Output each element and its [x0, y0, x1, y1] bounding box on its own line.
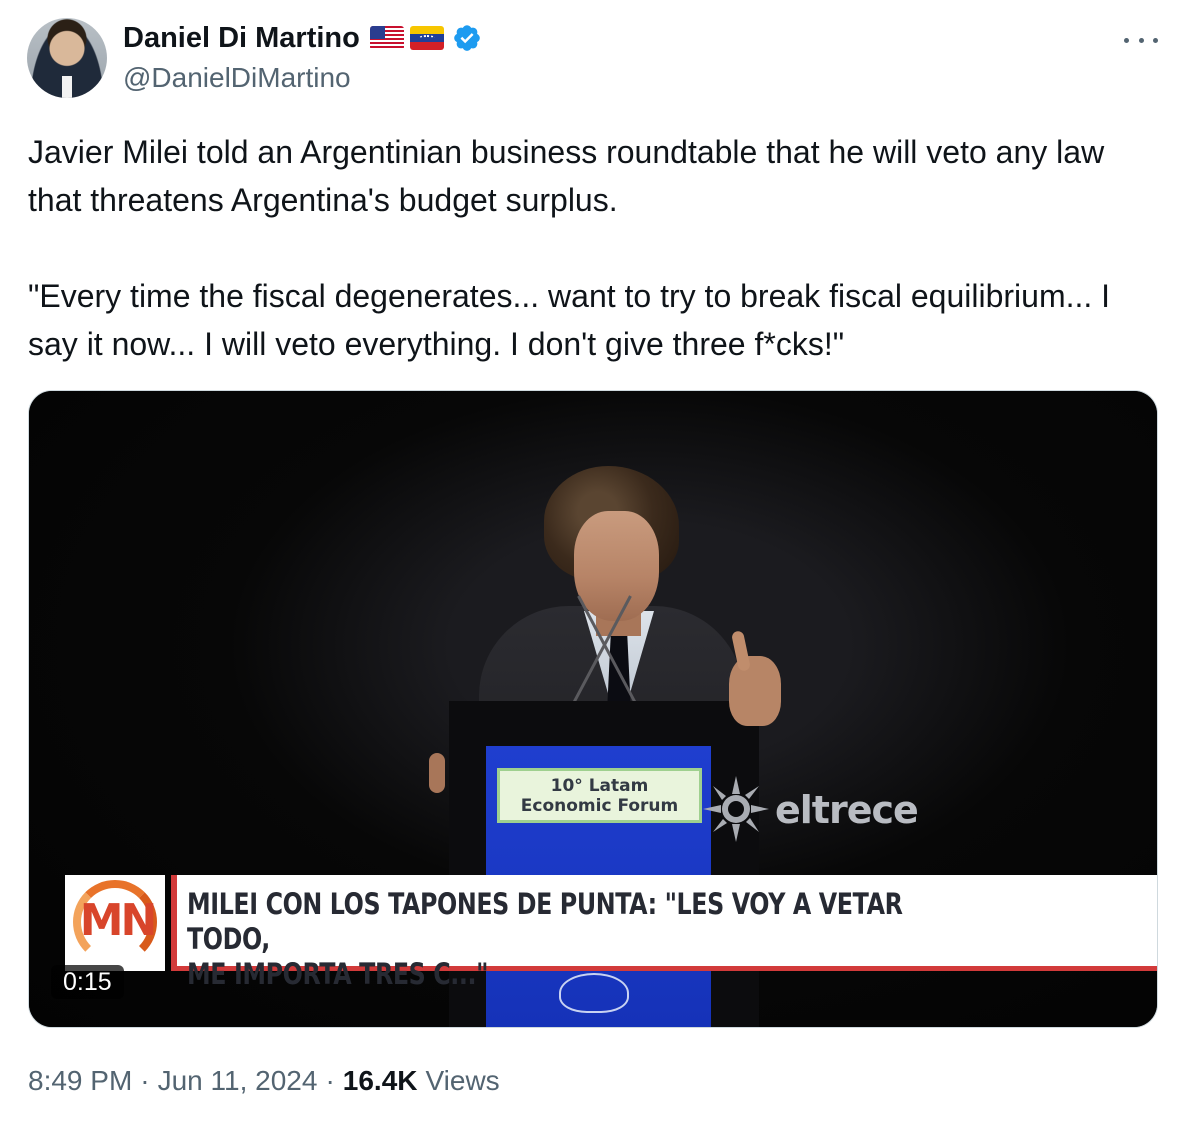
forum-sign-line2: Economic Forum	[520, 795, 679, 816]
meta-separator: ·	[140, 1065, 150, 1096]
tweet-time[interactable]: 8:49 PM	[28, 1065, 132, 1097]
eltrece-watermark: eltrece	[775, 788, 919, 832]
views-label: Views	[425, 1065, 500, 1096]
author-display-name[interactable]: Daniel Di Martino	[123, 22, 360, 55]
author-name-row: Daniel Di Martino	[123, 21, 482, 55]
tweet-text: Javier Milei told an Argentinian busines…	[28, 134, 1111, 362]
video-player[interactable]: 10° Latam Economic Forum eltrece MN MILE…	[28, 390, 1158, 1028]
author-handle[interactable]: @DanielDiMartino	[123, 62, 351, 94]
us-flag-icon	[369, 26, 404, 50]
tweet-date[interactable]: Jun 11, 2024	[158, 1065, 318, 1097]
meta-separator: ·	[325, 1065, 335, 1096]
more-options-icon[interactable]	[1124, 30, 1158, 50]
video-duration-badge: 0:15	[51, 965, 124, 999]
tweet-meta: 8:49 PM · Jun 11, 2024 · 16.4K Views	[28, 1061, 500, 1101]
eltrece-sun-logo-icon	[703, 776, 769, 842]
forum-sign-line1: 10° Latam	[550, 775, 649, 796]
views-count[interactable]: 16.4K	[343, 1065, 418, 1097]
headline-banner: MILEI CON LOS TAPONES DE PUNTA: "LES VOY…	[171, 875, 1157, 991]
venezuela-flag-icon	[409, 26, 444, 50]
news-lower-third: MN MILEI CON LOS TAPONES DE PUNTA: "LES …	[29, 875, 1157, 991]
verified-badge-icon[interactable]	[452, 23, 482, 53]
podium-emblem-icon	[559, 973, 629, 1013]
avatar[interactable]	[27, 18, 107, 98]
channel-logo-text: MN	[79, 895, 158, 946]
tweet-card: Daniel Di Martino @DanielDiMartino Javie…	[0, 0, 1180, 1124]
forum-sign: 10° Latam Economic Forum	[497, 768, 702, 823]
